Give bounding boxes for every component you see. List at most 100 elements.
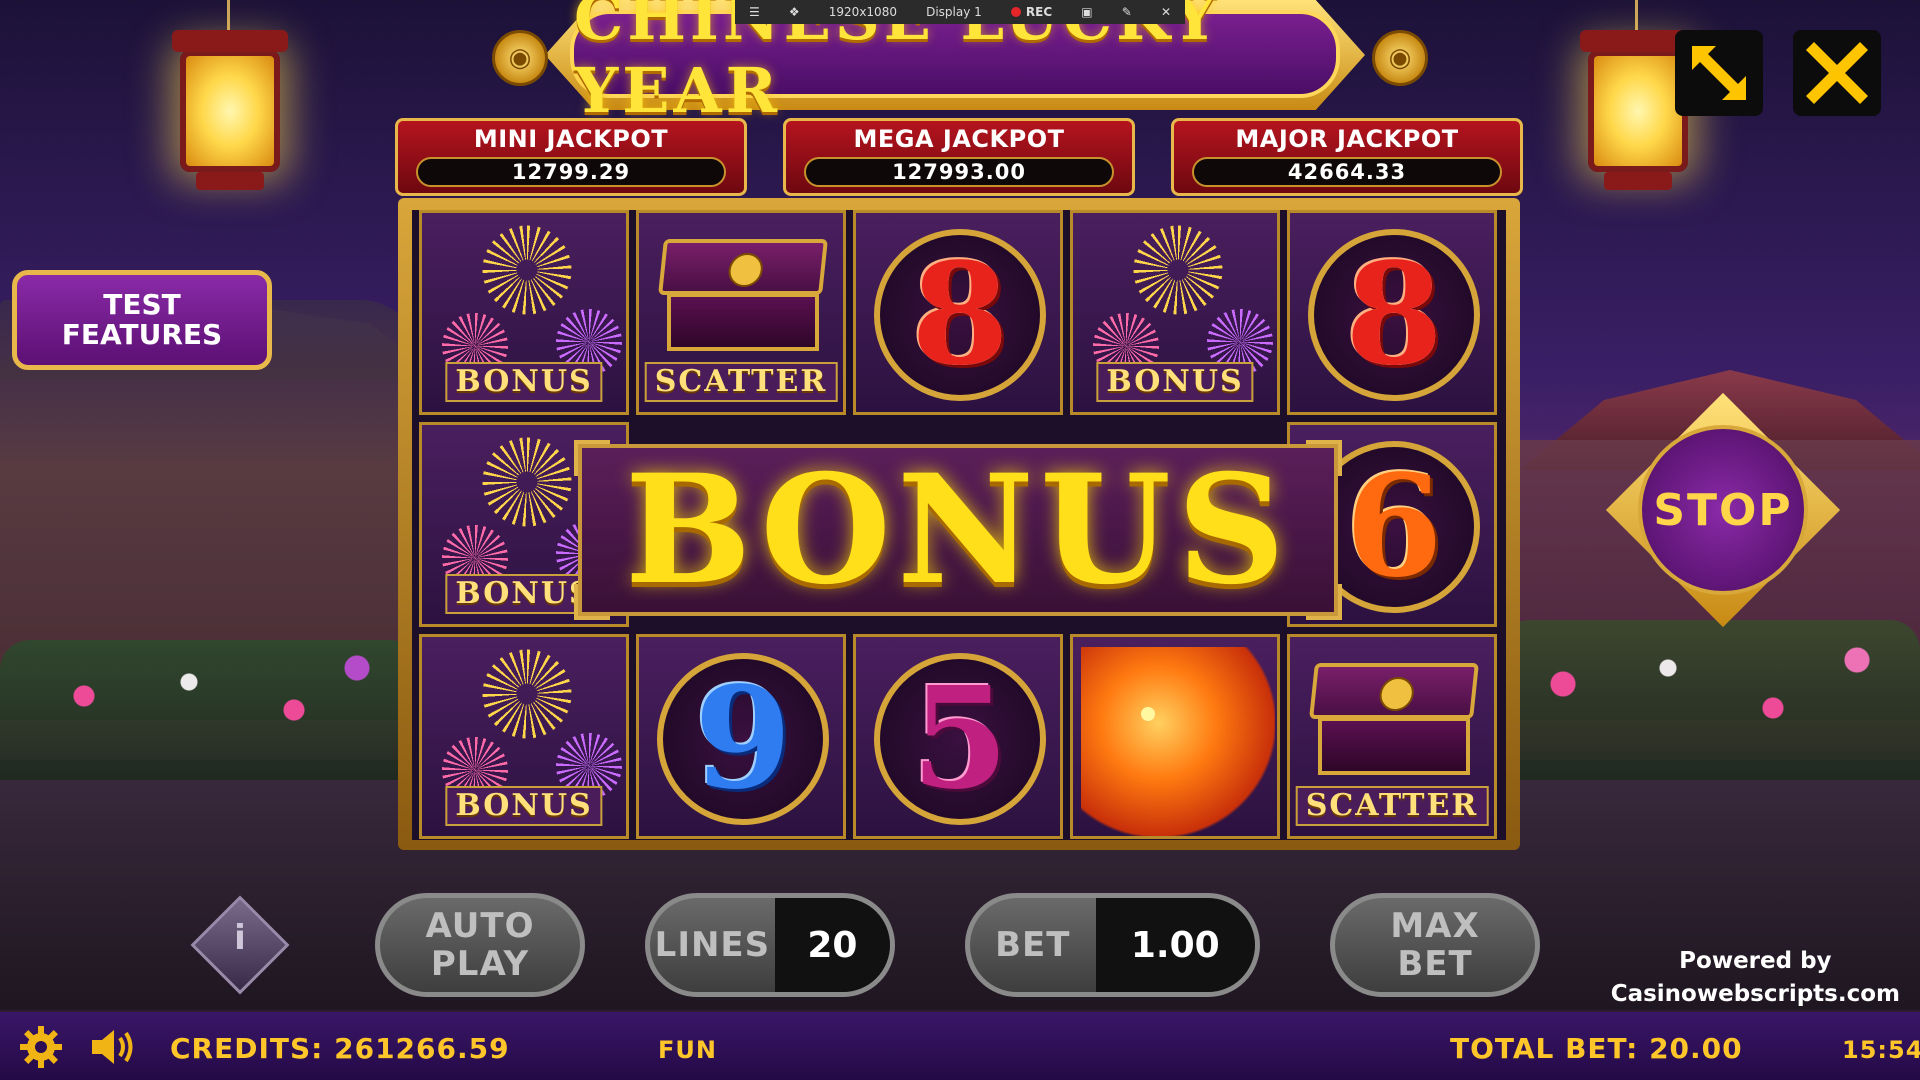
reel-symbol-bonus: BONUS bbox=[419, 634, 629, 839]
fullscreen-button[interactable] bbox=[1675, 30, 1763, 116]
symbol-number: 5 bbox=[911, 657, 1009, 821]
number-badge: 8 bbox=[1308, 229, 1480, 401]
firework bbox=[482, 649, 572, 739]
flowers-left bbox=[0, 640, 420, 780]
coin-icon: ◉ bbox=[1372, 30, 1428, 86]
firework bbox=[482, 437, 572, 527]
chest-body bbox=[1318, 717, 1470, 775]
dragon-eye bbox=[1141, 707, 1155, 721]
reel-symbol-9: 9 bbox=[636, 634, 846, 839]
display-label: Display 1 bbox=[926, 5, 982, 19]
pin-icon[interactable]: ❖ bbox=[789, 5, 800, 19]
jackpot-value: 42664.33 bbox=[1192, 157, 1502, 187]
close-icon bbox=[1806, 42, 1868, 104]
sound-button[interactable] bbox=[88, 1024, 138, 1070]
chest-icon bbox=[1309, 663, 1479, 783]
stop-label: STOP bbox=[1638, 425, 1808, 595]
info-icon: i bbox=[234, 918, 246, 958]
test-features-button[interactable]: TEST FEATURES bbox=[12, 270, 272, 370]
recorder-toolbar: ☰ ❖ 1920x1080 Display 1 REC ▣ ✎ ✕ bbox=[735, 0, 1185, 24]
pen-icon[interactable]: ✎ bbox=[1122, 5, 1132, 19]
chest-icon bbox=[658, 239, 828, 359]
clock: 15:54 bbox=[1842, 1036, 1920, 1064]
auto-play-button[interactable]: AUTO PLAY bbox=[375, 893, 585, 997]
gear-icon bbox=[20, 1026, 62, 1068]
max-bet-label-line2: BET bbox=[1397, 944, 1473, 984]
major-jackpot: MAJOR JACKPOT 42664.33 bbox=[1171, 118, 1523, 196]
credits-display: CREDITS: 261266.59 bbox=[170, 1032, 510, 1065]
menu-icon[interactable]: ☰ bbox=[749, 5, 760, 19]
flowers-right bbox=[1500, 620, 1920, 780]
reel-symbol-bonus: BONUS bbox=[1070, 210, 1280, 415]
number-badge: 9 bbox=[657, 653, 829, 825]
symbol-number: 8 bbox=[911, 233, 1009, 397]
bet-label: BET bbox=[995, 925, 1071, 965]
symbol-number: 8 bbox=[1345, 233, 1443, 397]
bonus-win-banner: BONUS bbox=[574, 440, 1342, 620]
jackpot-label: MEGA JACKPOT bbox=[853, 125, 1065, 153]
lantern-left bbox=[172, 30, 288, 190]
settings-button[interactable] bbox=[18, 1024, 64, 1070]
auto-play-label-line2: PLAY bbox=[430, 944, 530, 984]
auto-play-label-line1: AUTO bbox=[425, 906, 535, 946]
symbol-label: BONUS bbox=[445, 362, 603, 402]
powered-by-line1: Powered by bbox=[1679, 948, 1832, 974]
symbol-label: SCATTER bbox=[644, 362, 838, 402]
total-bet-display: TOTAL BET: 20.00 bbox=[1450, 1032, 1743, 1065]
bet-selector[interactable]: BET 1.00 bbox=[965, 893, 1260, 997]
bet-value: 1.00 bbox=[1095, 898, 1255, 992]
symbol-label: BONUS bbox=[1096, 362, 1254, 402]
dragon-icon bbox=[1081, 647, 1275, 836]
symbol-number: 9 bbox=[694, 657, 792, 821]
test-features-label-line2: FEATURES bbox=[61, 318, 223, 351]
close-button[interactable] bbox=[1793, 30, 1881, 116]
symbol-label: SCATTER bbox=[1295, 786, 1489, 826]
speaker-icon bbox=[92, 1030, 133, 1064]
number-badge: 8 bbox=[874, 229, 1046, 401]
number-badge: 5 bbox=[874, 653, 1046, 825]
powered-by: Powered by Casinowebscripts.com bbox=[1611, 945, 1900, 1011]
coin-icon: ◉ bbox=[492, 30, 548, 86]
jackpot-value: 12799.29 bbox=[416, 157, 726, 187]
mode-label: FUN bbox=[658, 1036, 717, 1064]
expand-icon bbox=[1692, 46, 1746, 100]
reel-symbol-scatter: SCATTER bbox=[636, 210, 846, 415]
chest-body bbox=[667, 293, 819, 351]
max-bet-label-line1: MAX bbox=[1390, 906, 1480, 946]
jackpot-label: MINI JACKPOT bbox=[473, 125, 669, 153]
camera-icon[interactable]: ▣ bbox=[1081, 5, 1092, 19]
reel-symbol-5: 5 bbox=[853, 634, 1063, 839]
firework bbox=[482, 225, 572, 315]
lines-selector[interactable]: LINES 20 bbox=[645, 893, 895, 997]
record-button[interactable]: REC bbox=[1010, 5, 1052, 19]
powered-by-line2[interactable]: Casinowebscripts.com bbox=[1611, 978, 1900, 1011]
bonus-banner-text: BONUS bbox=[624, 442, 1292, 618]
chest-lid bbox=[658, 239, 828, 295]
banner-corner bbox=[1306, 584, 1342, 620]
symbol-number: 6 bbox=[1345, 445, 1443, 609]
jackpot-label: MAJOR JACKPOT bbox=[1235, 125, 1459, 153]
reel-symbol-8: 8 bbox=[1287, 210, 1497, 415]
reel-symbol-dragon bbox=[1070, 634, 1280, 839]
jackpot-value: 127993.00 bbox=[804, 157, 1114, 187]
banner-corner bbox=[574, 440, 610, 476]
reel-symbol-8: 8 bbox=[853, 210, 1063, 415]
close-toolbar-icon[interactable]: ✕ bbox=[1161, 5, 1171, 19]
chest-emblem bbox=[1377, 677, 1416, 711]
mega-jackpot: MEGA JACKPOT 127993.00 bbox=[783, 118, 1135, 196]
lines-label: LINES bbox=[654, 925, 771, 965]
lines-value: 20 bbox=[774, 898, 890, 992]
record-dot-icon bbox=[1010, 7, 1021, 17]
reel-symbol-scatter: SCATTER bbox=[1287, 634, 1497, 839]
chest-emblem bbox=[726, 253, 765, 287]
symbol-label: BONUS bbox=[445, 786, 603, 826]
lantern-right bbox=[1580, 30, 1696, 190]
test-features-label-line1: TEST bbox=[103, 288, 181, 321]
firework bbox=[1133, 225, 1223, 315]
max-bet-button[interactable]: MAX BET bbox=[1330, 893, 1540, 997]
stop-button[interactable]: STOP bbox=[1605, 392, 1841, 628]
chest-lid bbox=[1309, 663, 1479, 719]
resolution-label: 1920x1080 bbox=[828, 5, 897, 19]
mini-jackpot: MINI JACKPOT 12799.29 bbox=[395, 118, 747, 196]
banner-corner bbox=[574, 584, 610, 620]
